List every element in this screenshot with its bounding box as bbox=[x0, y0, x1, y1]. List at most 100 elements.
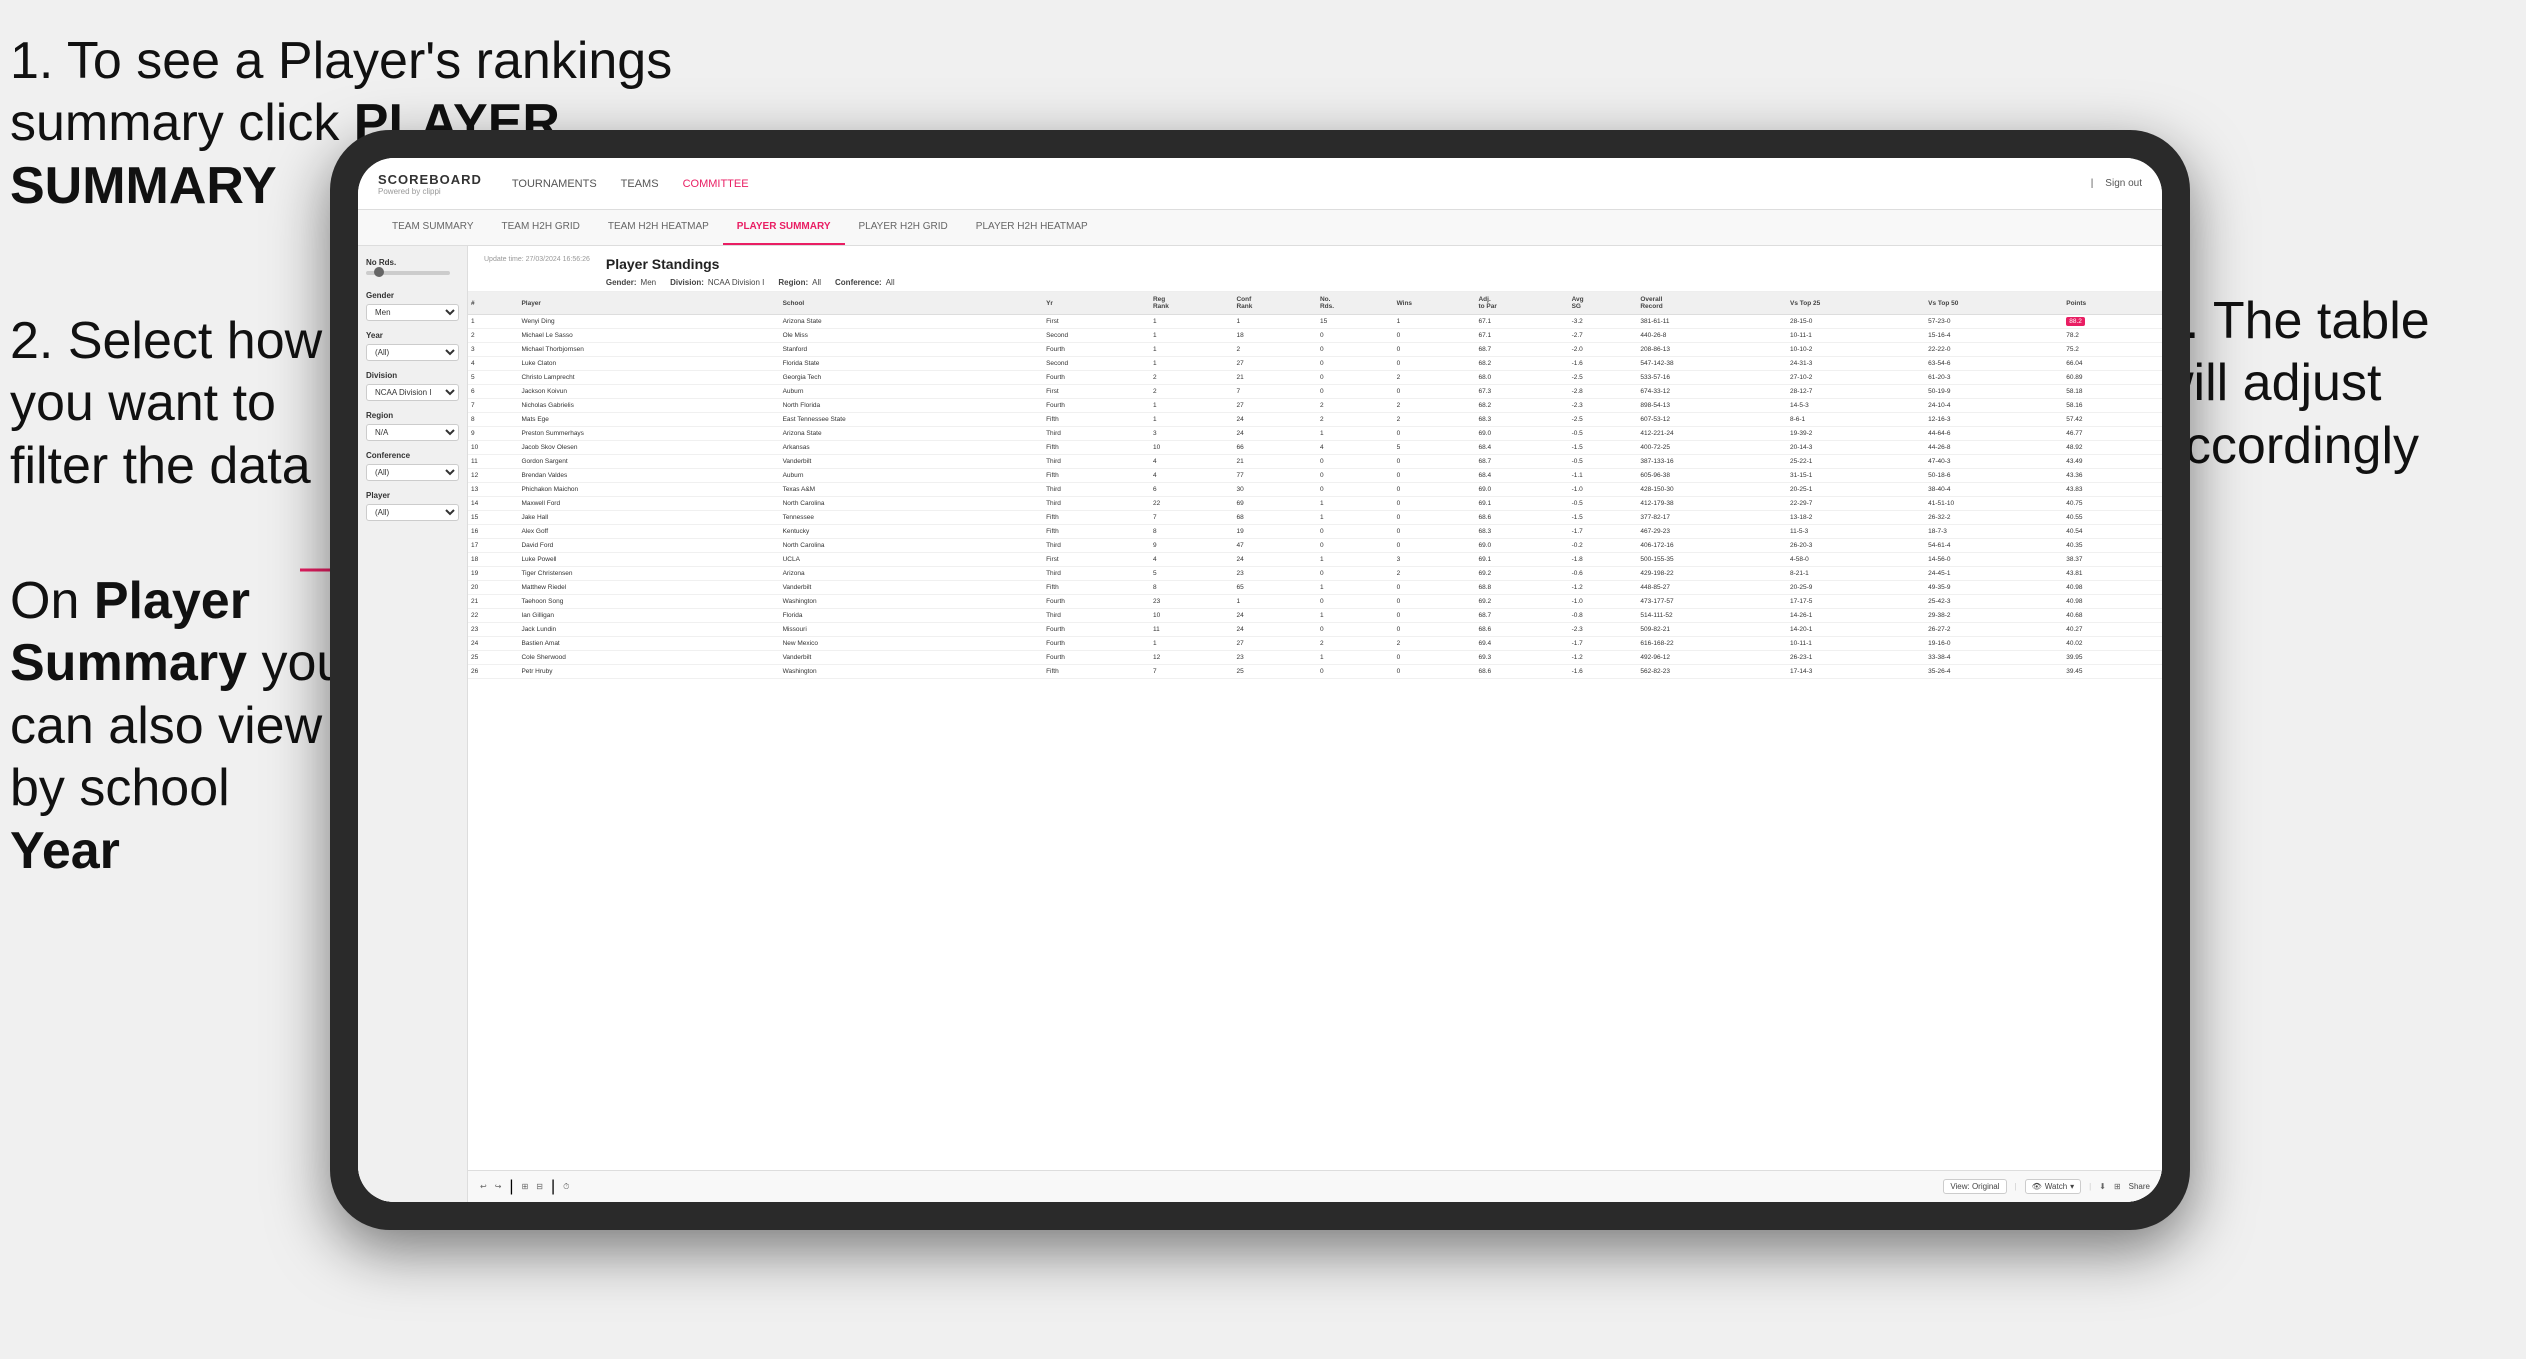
filter-row: Gender: Men Division: NCAA Division I Re… bbox=[606, 278, 2146, 287]
player-select[interactable]: (All) bbox=[366, 504, 459, 521]
instruction-bottom-text: On Player Summary you can also view by s… bbox=[10, 572, 345, 880]
share-button[interactable]: Share bbox=[2129, 1182, 2150, 1191]
nav-tournaments[interactable]: TOURNAMENTS bbox=[512, 174, 597, 194]
toolbar-sep4: | bbox=[2089, 1182, 2091, 1191]
instruction-bottom: On Player Summary you can also view by s… bbox=[10, 570, 350, 882]
update-time: Update time: 27/03/2024 16:56:26 bbox=[484, 256, 590, 263]
table-row: 17David FordNorth CarolinaThird9470069.0… bbox=[468, 539, 2162, 553]
col-yr: Yr bbox=[1043, 292, 1150, 315]
col-wins: Wins bbox=[1394, 292, 1476, 315]
col-vs-top50: Vs Top 50 bbox=[1925, 292, 2063, 315]
col-num: # bbox=[468, 292, 518, 315]
player-label: Player bbox=[366, 491, 459, 500]
conference-filter-label: Conference: bbox=[835, 278, 882, 287]
table-row: 22Ian GilliganFloridaThird10241068.7-0.8… bbox=[468, 609, 2162, 623]
table-row: 24Bastien AmatNew MexicoFourth1272269.4-… bbox=[468, 637, 2162, 651]
conference-label: Conference bbox=[366, 451, 459, 460]
gender-select[interactable]: Men bbox=[366, 304, 459, 321]
instruction-step3: 3. The table will adjust accordingly bbox=[2156, 290, 2496, 477]
app-nav: SCOREBOARD Powered by clippi TOURNAMENTS… bbox=[358, 158, 2162, 210]
panel-title: Player Standings bbox=[606, 256, 2146, 272]
table-row: 5Christo LamprechtGeorgia TechFourth2210… bbox=[468, 371, 2162, 385]
table-row: 12Brendan ValdesAuburnFifth4770068.4-1.1… bbox=[468, 469, 2162, 483]
region-filter-label: Region: bbox=[778, 278, 808, 287]
nav-links: TOURNAMENTS TEAMS COMMITTEE bbox=[512, 174, 2091, 194]
toolbar-sep2: | bbox=[551, 1178, 555, 1196]
share-label: Share bbox=[2129, 1182, 2150, 1191]
conference-filter-display: Conference: All bbox=[835, 278, 895, 287]
table-row: 18Luke PowellUCLAFirst4241369.1-1.8500-1… bbox=[468, 553, 2162, 567]
sub-nav-team-summary[interactable]: TEAM SUMMARY bbox=[378, 210, 488, 245]
toolbar-sep3: | bbox=[2015, 1182, 2017, 1191]
table-row: 8Mats EgeEast Tennessee StateFifth124226… bbox=[468, 413, 2162, 427]
redo-icon[interactable]: ↪ bbox=[495, 1182, 502, 1191]
view-original-button[interactable]: View: Original bbox=[1943, 1179, 2006, 1194]
table-body: 1Wenyi DingArizona StateFirst1115167.1-3… bbox=[468, 315, 2162, 679]
gender-filter: Gender Men bbox=[366, 291, 459, 321]
instruction-step2: 2. Select how you want to filter the dat… bbox=[10, 310, 330, 497]
tablet-screen: SCOREBOARD Powered by clippi TOURNAMENTS… bbox=[358, 158, 2162, 1202]
region-filter-display: Region: All bbox=[778, 278, 821, 287]
table-container: # Player School Yr RegRank ConfRank No.R… bbox=[468, 292, 2162, 1170]
table-row: 15Jake HallTennesseeFifth7681068.6-1.537… bbox=[468, 511, 2162, 525]
col-school: School bbox=[780, 292, 1044, 315]
table-row: 26Petr HrubyWashingtonFifth7250068.6-1.6… bbox=[468, 665, 2162, 679]
table-row: 2Michael Le SassoOle MissSecond1180067.1… bbox=[468, 329, 2162, 343]
col-avg-sg: AvgSG bbox=[1569, 292, 1638, 315]
panel-header: Update time: 27/03/2024 16:56:26 Player … bbox=[468, 246, 2162, 292]
gender-filter-display: Gender: Men bbox=[606, 278, 656, 287]
player-standings-table: # Player School Yr RegRank ConfRank No.R… bbox=[468, 292, 2162, 679]
chevron-down-icon: ▾ bbox=[2070, 1182, 2074, 1191]
table-row: 23Jack LundinMissouriFourth11240068.6-2.… bbox=[468, 623, 2162, 637]
nav-committee[interactable]: COMMITTEE bbox=[683, 174, 749, 194]
table-row: 4Luke ClatonFlorida StateSecond1270068.2… bbox=[468, 357, 2162, 371]
nav-teams[interactable]: TEAMS bbox=[621, 174, 659, 194]
gender-label: Gender bbox=[366, 291, 459, 300]
instruction-step3-text: 3. The table will adjust accordingly bbox=[2156, 292, 2430, 475]
year-select[interactable]: (All) bbox=[366, 344, 459, 361]
sign-out-link[interactable]: Sign out bbox=[2105, 178, 2142, 189]
nav-right: | Sign out bbox=[2091, 178, 2142, 189]
download-icon[interactable]: ⬇ bbox=[2099, 1182, 2106, 1191]
table-row: 13Phichakon MaichonTexas A&MThird6300069… bbox=[468, 483, 2162, 497]
conference-filter-value: All bbox=[886, 278, 895, 287]
copy-icon[interactable]: ⊞ bbox=[522, 1182, 529, 1191]
year-filter: Year (All) bbox=[366, 331, 459, 361]
paste-icon[interactable]: ⊟ bbox=[536, 1182, 543, 1191]
tablet: SCOREBOARD Powered by clippi TOURNAMENTS… bbox=[330, 130, 2190, 1230]
logo-title: SCOREBOARD bbox=[378, 172, 482, 187]
col-player: Player bbox=[518, 292, 779, 315]
table-row: 20Matthew RiedelVanderbiltFifth8651068.8… bbox=[468, 581, 2162, 595]
table-row: 10Jacob Skov OlesenArkansasFifth10664568… bbox=[468, 441, 2162, 455]
watch-label: Watch bbox=[2045, 1182, 2067, 1191]
col-overall-record: OverallRecord bbox=[1637, 292, 1787, 315]
table-row: 14Maxwell FordNorth CarolinaThird2269106… bbox=[468, 497, 2162, 511]
watch-button[interactable]: 👁 Watch ▾ bbox=[2025, 1179, 2082, 1194]
no-rds-slider[interactable] bbox=[366, 271, 450, 275]
col-points: Points bbox=[2063, 292, 2162, 315]
col-adj-to-par: Adj.to Par bbox=[1475, 292, 1568, 315]
col-vs-top25: Vs Top 25 bbox=[1787, 292, 1925, 315]
region-select[interactable]: N/A bbox=[366, 424, 459, 441]
table-row: 16Alex GoffKentuckyFifth8190068.3-1.7467… bbox=[468, 525, 2162, 539]
table-row: 11Gordon SargentVanderbiltThird4210068.7… bbox=[468, 455, 2162, 469]
sidebar-filters: No Rds. Gender Men Year bbox=[358, 246, 468, 1202]
sub-nav-player-h2h-grid[interactable]: PLAYER H2H GRID bbox=[845, 210, 962, 245]
table-row: 9Preston SummerhaysArizona StateThird324… bbox=[468, 427, 2162, 441]
content-panel: Update time: 27/03/2024 16:56:26 Player … bbox=[468, 246, 2162, 1202]
sub-nav-team-h2h-grid[interactable]: TEAM H2H GRID bbox=[488, 210, 594, 245]
sub-nav-player-h2h-heatmap[interactable]: PLAYER H2H HEATMAP bbox=[962, 210, 1102, 245]
grid-icon[interactable]: ⊞ bbox=[2114, 1182, 2121, 1191]
conference-filter: Conference (All) bbox=[366, 451, 459, 481]
clock-icon[interactable]: ⏱ bbox=[563, 1182, 569, 1192]
logo-sub: Powered by clippi bbox=[378, 187, 482, 196]
sub-nav-player-summary[interactable]: PLAYER SUMMARY bbox=[723, 210, 845, 245]
gender-filter-label: Gender: bbox=[606, 278, 637, 287]
col-conf-rank: ConfRank bbox=[1233, 292, 1317, 315]
division-filter-display: Division: NCAA Division I bbox=[670, 278, 764, 287]
division-select[interactable]: NCAA Division I bbox=[366, 384, 459, 401]
sub-nav-team-h2h-heatmap[interactable]: TEAM H2H HEATMAP bbox=[594, 210, 723, 245]
toolbar-sep1: | bbox=[509, 1178, 513, 1196]
undo-icon[interactable]: ↩ bbox=[480, 1182, 487, 1191]
conference-select[interactable]: (All) bbox=[366, 464, 459, 481]
